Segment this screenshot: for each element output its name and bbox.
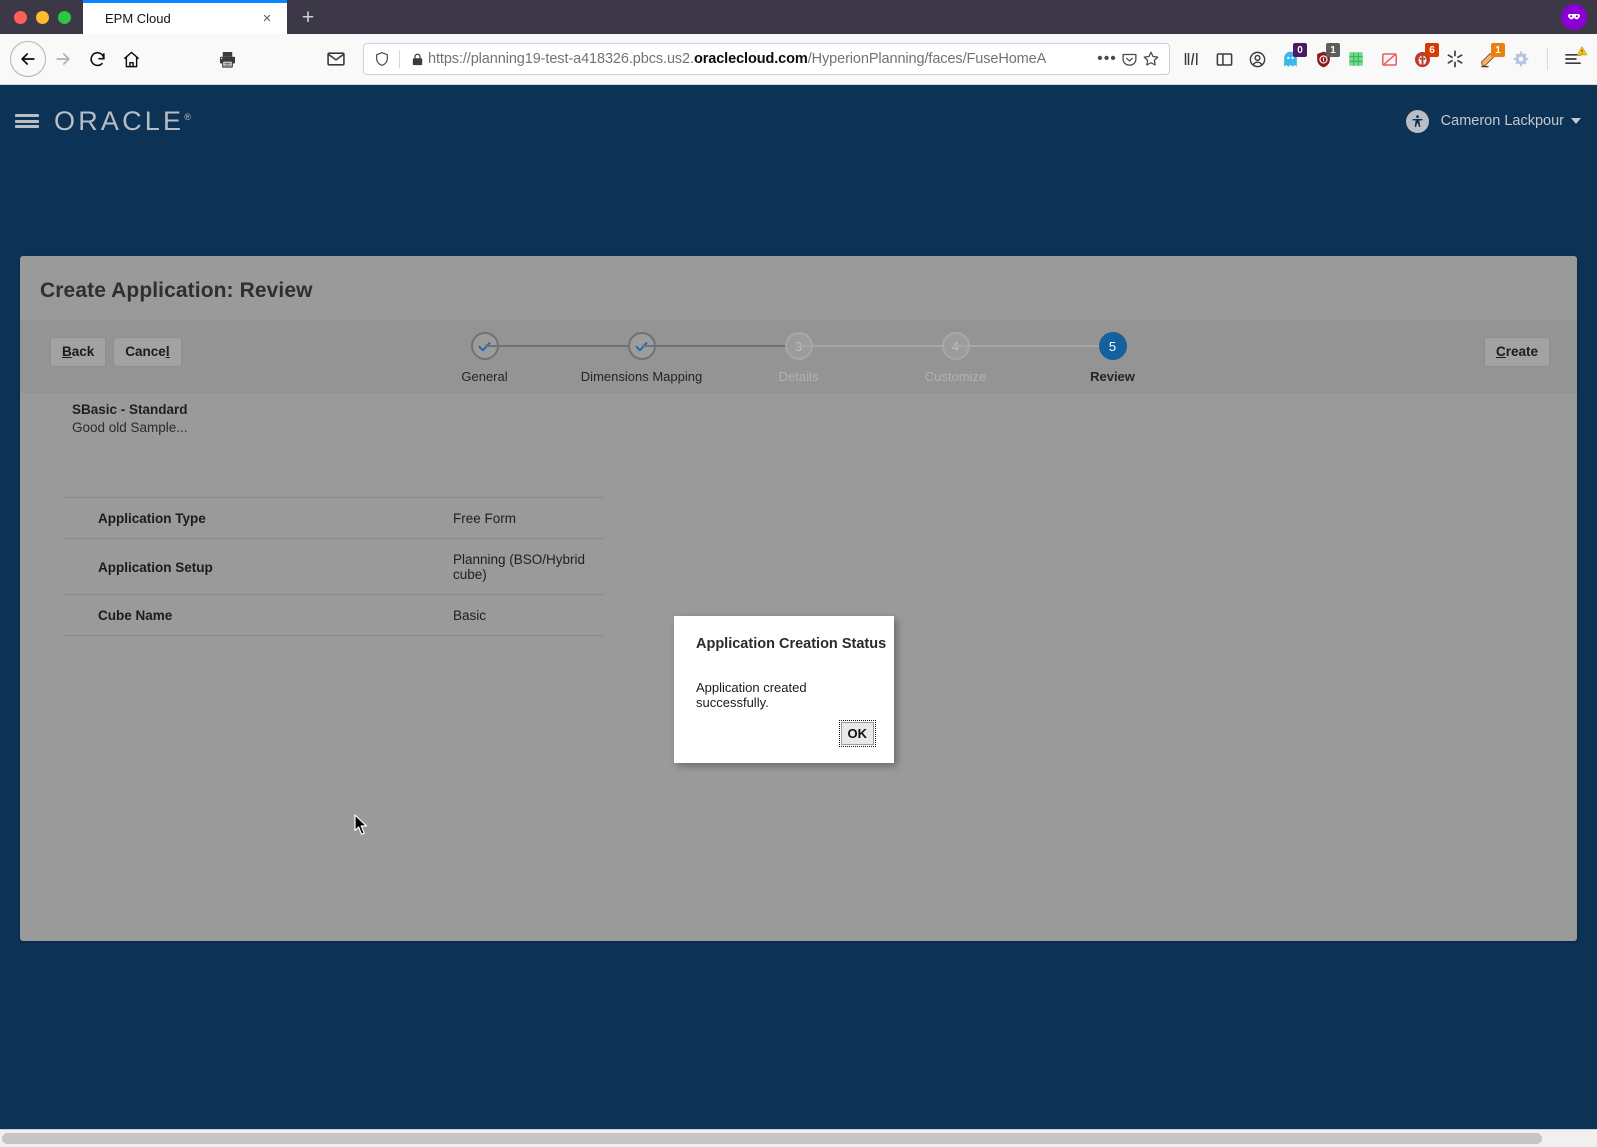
stepper-connector <box>955 345 1113 347</box>
review-details-table: Application Type Free Form Application Set… <box>64 497 604 636</box>
home-button[interactable] <box>114 42 148 76</box>
application-creation-status-dialog: Application Creation Status Application … <box>674 616 894 763</box>
detail-label: Application Type <box>64 497 453 539</box>
page-title: Create Application: Review <box>40 279 313 302</box>
settings-gear-icon[interactable] <box>1506 44 1536 74</box>
privacy-badger-icon[interactable]: 6 <box>1407 43 1439 74</box>
detail-label: Application Setup <box>64 538 453 595</box>
detail-value: Planning (BSO/Hybrid cube) <box>453 538 604 595</box>
forward-button[interactable] <box>46 42 80 76</box>
application-summary: SBasic - Standard Good old Sample... <box>20 393 1577 435</box>
ghostery-icon[interactable]: 0 <box>1275 43 1307 74</box>
padlock-icon[interactable] <box>406 48 428 70</box>
table-row: Application Type Free Form <box>64 497 604 539</box>
sidebar-icon[interactable] <box>1209 44 1239 74</box>
highlighter-icon[interactable]: 1 <box>1473 43 1505 74</box>
close-window-button[interactable] <box>14 10 27 24</box>
address-bar-divider <box>399 50 400 68</box>
extensions-toolbar: 0 1 6 1 <box>1176 43 1588 74</box>
window-controls <box>0 0 83 34</box>
browser-title-bar: EPM Cloud × + <box>0 0 1597 34</box>
horizontal-scrollbar[interactable] <box>0 1129 1597 1147</box>
disabled-image-icon[interactable] <box>1374 44 1404 74</box>
tab-title: EPM Cloud <box>105 11 171 26</box>
stepper-step-node: 5 <box>1098 332 1127 360</box>
horizontal-scrollbar-thumb[interactable] <box>2 1133 1542 1144</box>
browser-tab[interactable]: EPM Cloud × <box>83 0 287 34</box>
extension-badge: 6 <box>1425 43 1439 57</box>
stepper-connector <box>641 345 799 347</box>
tracking-protection-shield-icon[interactable] <box>371 48 393 70</box>
wizard-right-buttons: Create <box>1483 337 1550 367</box>
oracle-logo-mark: ® <box>184 111 191 122</box>
print-icon[interactable] <box>210 42 244 76</box>
detail-value: Free Form <box>453 497 604 539</box>
accessibility-icon[interactable] <box>1405 109 1429 133</box>
ok-button[interactable]: OK <box>838 720 876 747</box>
stepper-steps: GeneralDimensions Mapping3Details4Custom… <box>461 332 1135 384</box>
stepper-connector <box>484 345 642 347</box>
table-row: Application Setup Planning (BSO/Hybrid cu… <box>64 538 604 595</box>
app-menu-button[interactable] <box>1559 44 1588 74</box>
oracle-epm-application: ORACLE® Cameron Lackpour Create Applicat… <box>0 85 1597 1147</box>
stepper-step-label: General <box>461 369 508 384</box>
stepper-step-label: Details <box>778 369 819 384</box>
url-text[interactable]: https://planning19-test-a418326.pbcs.us2… <box>428 51 1096 67</box>
create-rest: reate <box>1505 344 1538 359</box>
reload-button[interactable] <box>80 42 114 76</box>
library-icon[interactable] <box>1176 44 1206 74</box>
stepper-connector <box>798 345 956 347</box>
dialog-message: Application created successfully. <box>696 680 807 710</box>
create-application-card: Create Application: Review Back Cancel G… <box>20 256 1577 941</box>
oracle-app-header: ORACLE® Cameron Lackpour <box>0 85 1597 157</box>
create-accel: C <box>1495 344 1506 359</box>
mail-icon[interactable] <box>319 42 353 76</box>
wizard-toolbar: Back Cancel GeneralDimensions Mapping3De… <box>20 320 1577 393</box>
minimize-window-button[interactable] <box>36 10 49 24</box>
page-actions-icon[interactable]: ••• <box>1096 48 1118 70</box>
pocket-icon[interactable] <box>1118 48 1140 70</box>
green-grid-icon[interactable] <box>1341 44 1371 74</box>
oracle-logo-text: ORACLE <box>54 105 185 136</box>
chevron-down-icon <box>1571 118 1581 125</box>
user-menu[interactable]: Cameron Lackpour <box>1441 113 1581 129</box>
user-name-label: Cameron Lackpour <box>1440 113 1564 129</box>
extension-badge: 1 <box>1326 43 1340 57</box>
stepper-step-label: Customize <box>924 369 987 384</box>
browser-navigation-bar: https://planning19-test-a418326.pbcs.us2… <box>0 34 1597 85</box>
stepper-step-label: Review <box>1090 369 1135 384</box>
application-name: SBasic - Standard <box>72 402 188 417</box>
account-icon[interactable] <box>1242 44 1272 74</box>
new-tab-button[interactable]: + <box>293 2 323 32</box>
dialog-actions: OK <box>674 710 894 763</box>
extension-badge: 1 <box>1491 43 1505 57</box>
table-row: Cube Name Basic <box>64 594 604 636</box>
maximize-window-button[interactable] <box>58 10 71 24</box>
stepper-step-label: Dimensions Mapping <box>580 369 703 384</box>
close-tab-icon[interactable]: × <box>257 9 277 29</box>
detail-label: Cube Name <box>64 594 453 636</box>
toolbar-divider <box>1547 48 1548 70</box>
dialog-title: Application Creation Status <box>696 636 887 652</box>
wizard-stepper: GeneralDimensions Mapping3Details4Custom… <box>20 332 1577 384</box>
back-button[interactable] <box>10 41 46 77</box>
application-description: Good old Sample... <box>72 420 188 435</box>
private-browsing-icon <box>1561 4 1587 30</box>
bookmark-star-icon[interactable] <box>1140 48 1162 70</box>
detail-value: Basic <box>453 594 604 636</box>
asterisk-gear-icon[interactable] <box>1440 44 1470 74</box>
ublock-origin-icon[interactable]: 1 <box>1308 43 1340 74</box>
address-bar[interactable]: https://planning19-test-a418326.pbcs.us2… <box>363 43 1170 75</box>
oracle-logo: ORACLE® <box>54 106 191 137</box>
create-button[interactable]: Create <box>1483 337 1550 367</box>
navigator-menu-icon[interactable] <box>0 85 54 157</box>
extension-badge: 0 <box>1293 43 1307 57</box>
browser-window: EPM Cloud × + https://planning19-test-a4… <box>0 0 1597 1147</box>
